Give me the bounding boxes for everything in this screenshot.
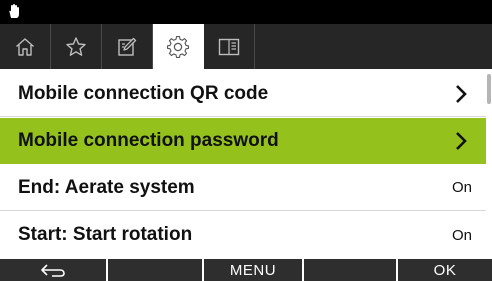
list-item-value: On — [451, 226, 472, 244]
list-item-label: Mobile connection QR code — [18, 82, 269, 104]
tab-bar-filler — [255, 24, 492, 69]
scrollbar-thumb[interactable] — [487, 74, 491, 104]
chevron-right-icon — [456, 131, 467, 150]
tab-favorites[interactable] — [51, 24, 102, 69]
softkey-bar: MENU OK — [0, 259, 492, 281]
list-item-password[interactable]: Mobile connection password — [0, 118, 486, 164]
list-item-value: On — [451, 179, 472, 196]
tab-home[interactable] — [0, 24, 51, 69]
list-item-label: Mobile connection password — [18, 129, 279, 151]
tab-edit[interactable] — [102, 24, 153, 69]
back-arrow-icon — [41, 264, 65, 277]
ok-softkey[interactable]: OK — [398, 259, 492, 281]
back-softkey[interactable] — [0, 259, 108, 281]
edit-icon — [118, 37, 137, 56]
list-item-aerate[interactable]: End: Aerate system On — [0, 165, 486, 211]
star-icon — [66, 36, 86, 56]
menu-softkey[interactable]: MENU — [204, 259, 304, 281]
tab-settings[interactable] — [153, 24, 204, 69]
book-icon — [218, 38, 240, 55]
list-item-label: Start: Start rotation — [18, 224, 193, 245]
settings-list: Mobile connection QR code Mobile connect… — [0, 69, 492, 259]
gear-icon — [166, 35, 190, 58]
settings-screen: Mobile connection QR code Mobile connect… — [0, 0, 492, 281]
softkey-2[interactable] — [108, 259, 204, 281]
tab-book[interactable] — [204, 24, 255, 69]
list-item-label: End: Aerate system — [18, 176, 195, 198]
tab-bar — [0, 24, 492, 69]
home-icon — [16, 37, 34, 56]
softkey-4[interactable] — [304, 259, 398, 281]
list-item-qr-code[interactable]: Mobile connection QR code — [0, 71, 486, 117]
softkey-label: OK — [433, 261, 457, 279]
hand-icon — [9, 4, 19, 18]
list-item-rotation[interactable]: Start: Start rotation On — [0, 212, 486, 258]
status-bar — [0, 0, 492, 24]
softkey-label: MENU — [229, 261, 277, 279]
chevron-right-icon — [456, 84, 467, 103]
